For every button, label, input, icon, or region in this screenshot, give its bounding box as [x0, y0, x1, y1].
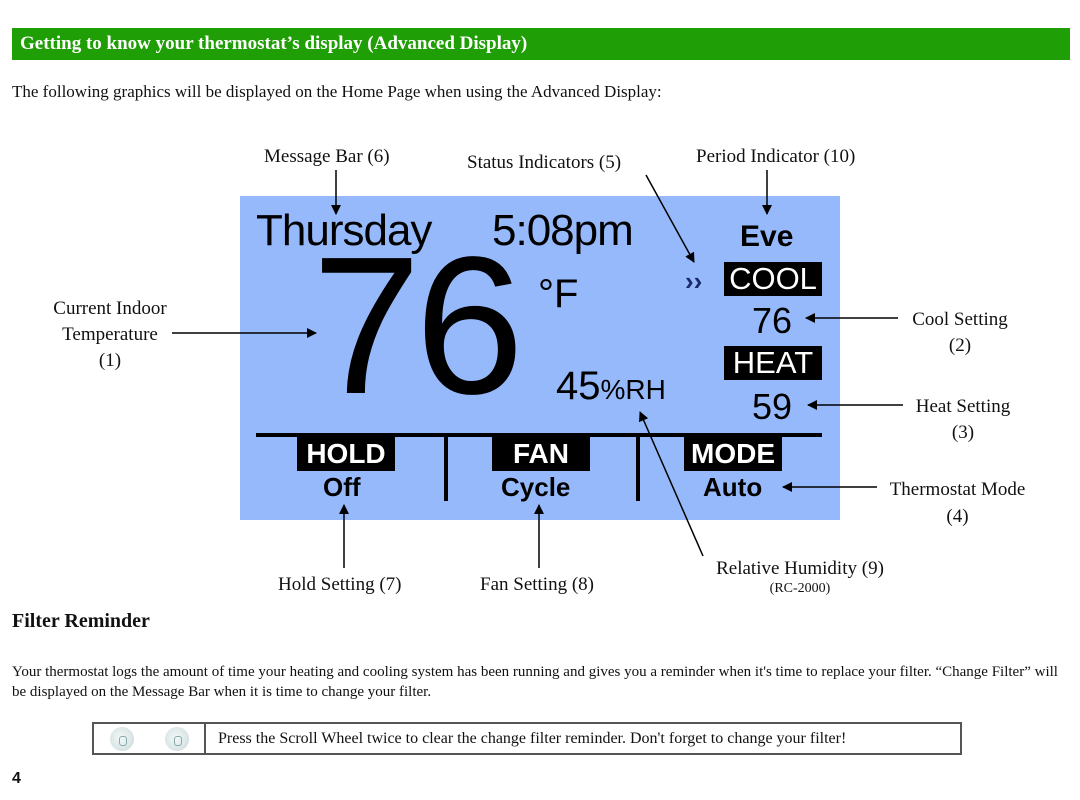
callout-hold-setting: Hold Setting (7) — [278, 574, 402, 595]
tip-text: Press the Scroll Wheel twice to clear th… — [218, 730, 847, 747]
callout-model-note: (RC-2000) — [769, 581, 831, 596]
heat-setpoint: 59 — [752, 386, 793, 427]
cool-label: COOL — [724, 262, 822, 296]
current-temperature: 76 — [312, 216, 524, 435]
status-indicator-icon: ›› — [685, 266, 703, 296]
callout-line: (4) — [946, 506, 969, 527]
tip-box: Press the Scroll Wheel twice to clear th… — [92, 722, 962, 755]
scroll-wheel-press-icon — [164, 726, 189, 751]
divider-line — [636, 437, 640, 501]
callout-status-indicators: Status Indicators (5) — [467, 152, 622, 173]
callout-line: (3) — [951, 422, 975, 443]
humidity-value: 45 — [556, 364, 601, 408]
period-indicator: Eve — [740, 220, 794, 253]
temperature-unit: °F — [538, 272, 579, 316]
humidity-unit: %RH — [600, 374, 666, 405]
callout-period-indicator: Period Indicator (10) — [696, 146, 856, 167]
section-banner: Getting to know your thermostat’s displa… — [12, 28, 1070, 60]
callout-message-bar: Message Bar (6) — [264, 146, 390, 167]
callout-cool-setting: Cool Setting (2) — [890, 307, 1030, 359]
cool-setpoint: 76 — [752, 300, 793, 341]
tip-icons — [94, 724, 206, 753]
callout-current-temperature: Current Indoor Temperature (1) — [20, 296, 200, 374]
callout-line: Temperature — [62, 324, 158, 345]
callout-line: Current Indoor — [53, 298, 167, 319]
hold-value: Off — [323, 472, 361, 502]
hold-label: HOLD — [297, 437, 395, 471]
divider-line — [444, 437, 448, 501]
page-number: 4 — [12, 770, 21, 787]
thermostat-display: Thursday 5:08pm Eve ›› COOL 76 HEAT 59 7… — [240, 196, 840, 520]
callout-line: Heat Setting — [915, 396, 1011, 417]
callout-line: Relative Humidity (9) — [716, 558, 884, 579]
scroll-wheel-press-icon — [109, 726, 134, 751]
callout-relative-humidity: Relative Humidity (9) (RC-2000) — [695, 558, 905, 598]
callout-line: (2) — [948, 335, 972, 356]
callout-line: Cool Setting — [912, 309, 1008, 330]
filter-reminder-heading: Filter Reminder — [12, 610, 150, 632]
fan-value: Cycle — [501, 472, 571, 502]
callout-thermostat-mode: Thermostat Mode (4) — [870, 476, 1045, 530]
humidity-reading: 45%RH — [556, 364, 666, 409]
mode-label: MODE — [684, 437, 782, 471]
heat-label: HEAT — [724, 346, 822, 380]
intro-text: The following graphics will be displayed… — [12, 82, 662, 101]
filter-reminder-paragraph: Your thermostat logs the amount of time … — [12, 664, 1058, 700]
callout-heat-setting: Heat Setting (3) — [893, 394, 1033, 446]
callout-fan-setting: Fan Setting (8) — [480, 574, 594, 595]
callout-line: Thermostat Mode — [889, 479, 1026, 500]
section-title: Getting to know your thermostat’s displa… — [20, 33, 528, 54]
fan-label: FAN — [492, 437, 590, 471]
mode-value: Auto — [703, 472, 763, 502]
callout-line: (1) — [98, 350, 122, 371]
